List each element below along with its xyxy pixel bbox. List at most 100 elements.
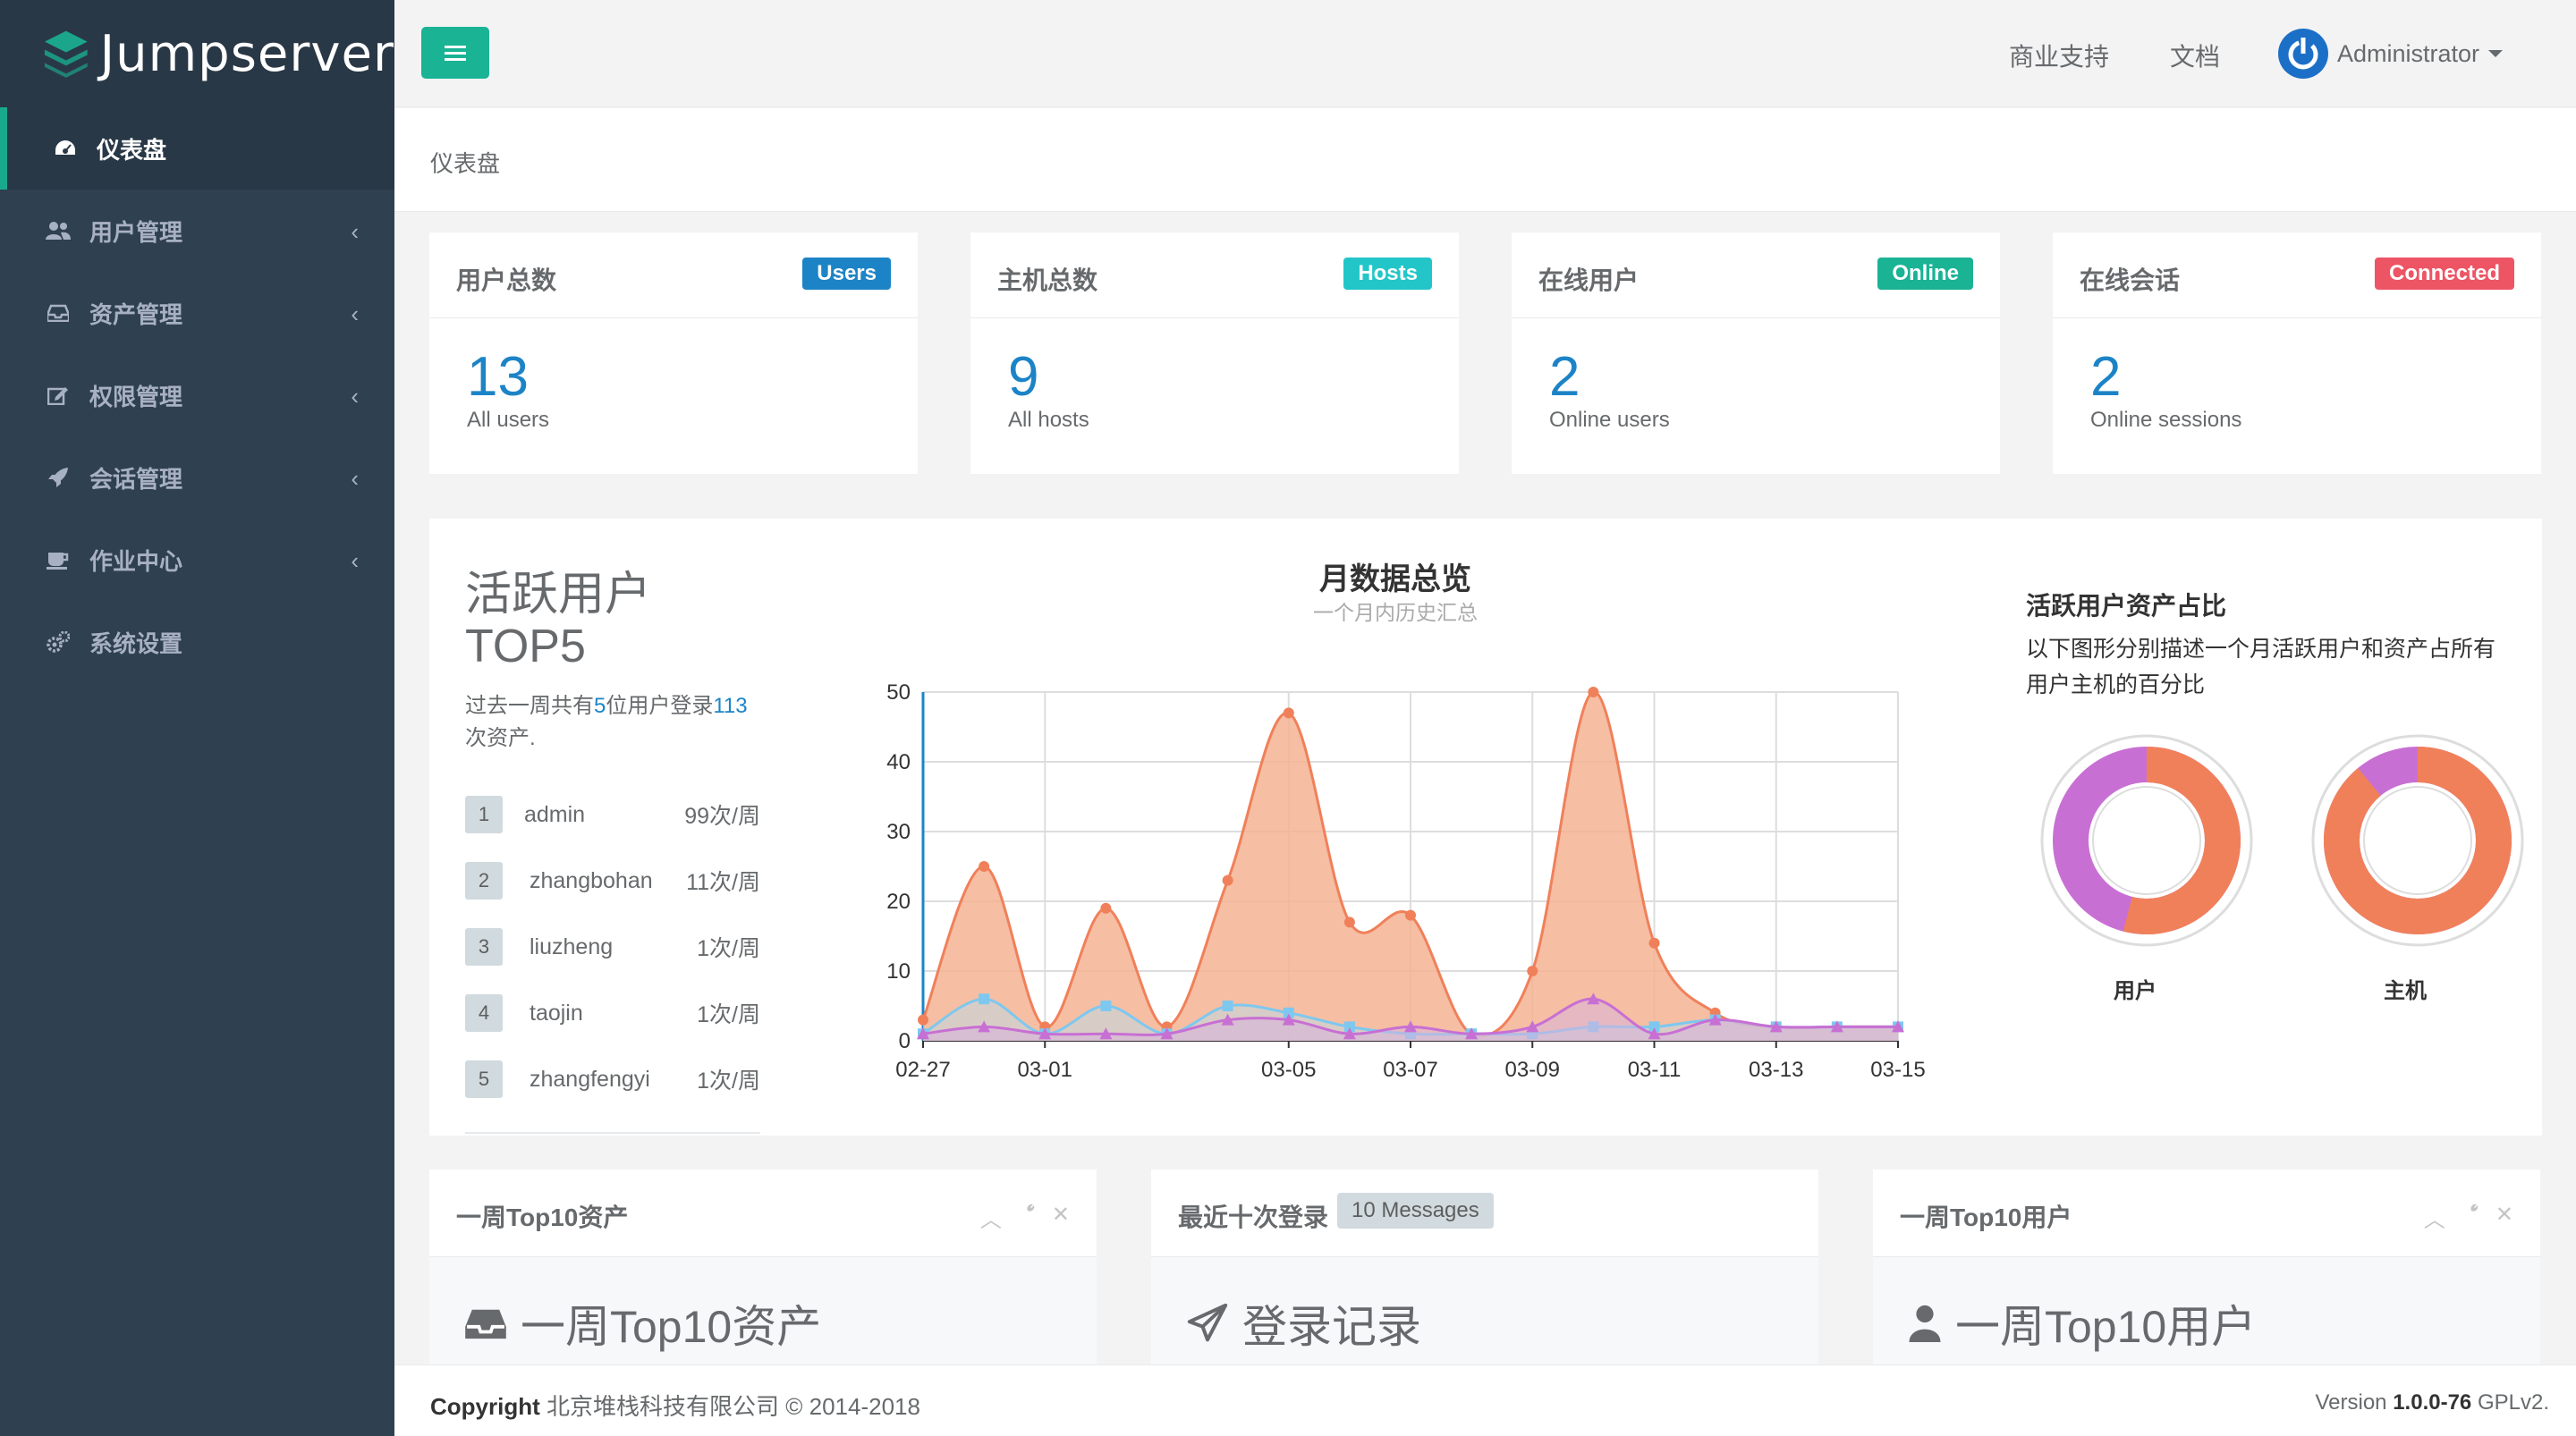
jumpserver-logo-icon (44, 30, 88, 78)
rank-user: admin (524, 801, 586, 827)
stat-caption: All users (467, 408, 550, 432)
ring-title: 活跃用户资产占比 (2026, 592, 2227, 620)
sidebar-item-label: 资产管理 (89, 300, 183, 328)
sidebar-toggle-button[interactable] (421, 27, 489, 79)
stat-card-header: 在线用户 Online (1512, 232, 2000, 318)
coffee-icon (45, 546, 72, 573)
top5-title-line1: 活跃用户 (465, 569, 652, 621)
panel-heading-text: 登录记录 (1242, 1302, 1421, 1352)
list-item: 1 admin 99次/周 (465, 794, 760, 835)
divider (465, 1132, 760, 1134)
panel-header: 最近十次登录 10 Messages (1151, 1170, 1818, 1257)
stat-card-header: 在线会话 Connected (2053, 232, 2541, 318)
edit-icon (45, 382, 72, 409)
list-item: 2 zhangbohan 11次/周 (465, 860, 760, 901)
copyright-text: 北京堆栈科技有限公司 © 2014-2018 (547, 1393, 920, 1420)
collapse-icon[interactable]: ︿ (2424, 1202, 2445, 1233)
sidebar-item-jobs[interactable]: 作业中心 ‹ (0, 519, 394, 601)
list-item: 4 taojin 1次/周 (465, 993, 760, 1034)
sidebar-item-users[interactable]: 用户管理 ‹ (0, 190, 394, 272)
x-tick-label: 03-05 (1261, 1058, 1316, 1082)
sidebar-item-permissions[interactable]: 权限管理 ‹ (0, 354, 394, 436)
top5-desc-post: 次资产. (465, 726, 536, 750)
top5-title-line2: TOP5 (465, 621, 586, 672)
top5-asset-count: 113 (713, 694, 748, 718)
top5-title: 活跃用户 TOP5 (465, 569, 651, 672)
stat-value: 2 (2090, 346, 2122, 408)
panel-heading-text: 一周Top10资产 (521, 1302, 822, 1352)
data-point (1588, 687, 1599, 697)
sidebar-item-sessions[interactable]: 会话管理 ‹ (0, 436, 394, 519)
users-icon (45, 217, 72, 244)
collapse-icon[interactable]: ︿ (980, 1202, 1002, 1233)
sidebar-item-label: 系统设置 (89, 629, 183, 657)
y-tick-label: 0 (899, 1029, 911, 1053)
user-name: Administrator (2337, 39, 2480, 67)
rank-user: liuzheng (530, 933, 614, 959)
stat-card-header: 用户总数 Users (429, 232, 918, 318)
x-tick-label: 03-07 (1383, 1058, 1437, 1082)
stat-card-header: 主机总数 Hosts (970, 232, 1459, 318)
messages-badge: 10 Messages (1337, 1193, 1494, 1229)
close-icon[interactable]: ✕ (1052, 1202, 1070, 1233)
y-tick-label: 20 (886, 890, 911, 914)
panel-heading-text: 一周Top10用户 (1955, 1302, 2257, 1352)
stat-value: 9 (1008, 346, 1039, 408)
status-badge: Hosts (1343, 258, 1432, 290)
rank-badge: 1 (465, 796, 503, 833)
rank-badge: 4 (465, 994, 503, 1032)
top5-desc-pre: 过去一周共有 (465, 694, 594, 718)
footer: Copyright 北京堆栈科技有限公司 © 2014-2018 Version… (394, 1364, 2576, 1436)
monthly-line-chart[interactable]: 0 10 20 30 40 50 02-27 03-01 03-05 03-07 03-09 03-1… (850, 617, 1959, 1100)
data-point (1222, 874, 1233, 886)
user-ratio-donut[interactable] (2039, 733, 2254, 948)
data-point (1405, 909, 1416, 921)
chevron-left-icon: ‹ (351, 383, 359, 410)
power-avatar-icon (2278, 29, 2328, 79)
wrench-icon[interactable] (2462, 1202, 2479, 1233)
panel-header: 一周Top10用户 ︿ ✕ (1873, 1170, 2540, 1257)
panel-heading: 一周Top10资产 (465, 1291, 821, 1356)
stat-card-hosts: 主机总数 Hosts 9 All hosts (970, 232, 1459, 474)
stat-card-online-sessions: 在线会话 Connected 2 Online sessions (2053, 232, 2541, 474)
panel-heading: 一周Top10用户 (1909, 1291, 2256, 1356)
user-menu[interactable]: Administrator (2276, 27, 2504, 80)
panel-title: 最近十次登录 (1178, 1204, 1329, 1231)
rank-count: 11次/周 (686, 870, 760, 895)
copyright-label: Copyright (430, 1393, 540, 1420)
data-point (979, 861, 990, 872)
rank-user: zhangbohan (530, 867, 653, 893)
chevron-left-icon: ‹ (351, 547, 359, 574)
overview-panel: 活跃用户 TOP5 过去一周共有5位用户登录113 次资产. 1 admin 99… (429, 519, 2542, 1136)
docs-link[interactable]: 文档 (2170, 38, 2220, 73)
rank-count: 1次/周 (697, 1002, 760, 1027)
x-tick-label: 03-01 (1018, 1058, 1072, 1082)
brand[interactable]: Jumpserver (0, 0, 394, 107)
host-ratio-donut[interactable] (2310, 733, 2525, 948)
ring-description: 以下图形分别描述一个月活跃用户和资产占所有用户主机的百分比 (2026, 637, 2496, 697)
commercial-support-link[interactable]: 商业支持 (2009, 38, 2109, 73)
hamburger-icon (445, 46, 466, 61)
sidebar-item-settings[interactable]: 系统设置 (0, 601, 394, 683)
status-badge: Users (802, 258, 891, 290)
data-point (1222, 1001, 1233, 1011)
rocket-icon (45, 464, 72, 491)
stat-title: 在线会话 (2080, 266, 2181, 294)
sidebar-item-label: 作业中心 (89, 547, 183, 575)
rank-user: taojin (530, 1000, 583, 1026)
rank-badge: 5 (465, 1060, 503, 1098)
data-point (1283, 707, 1294, 719)
sidebar-item-assets[interactable]: 资产管理 ‹ (0, 272, 394, 354)
stat-title: 在线用户 (1538, 266, 1640, 294)
stat-card-users: 用户总数 Users 13 All users (429, 232, 918, 474)
y-tick-label: 10 (886, 959, 911, 984)
status-badge: Online (1877, 258, 1973, 290)
data-point (979, 993, 990, 1005)
version-number: 1.0.0-76 (2393, 1390, 2472, 1415)
wrench-icon[interactable] (1018, 1202, 1036, 1233)
sidebar-item-dashboard[interactable]: 仪表盘 (0, 107, 394, 190)
close-icon[interactable]: ✕ (2496, 1202, 2513, 1233)
stat-caption: Online users (1549, 408, 1670, 432)
dashboard-icon (52, 135, 79, 162)
y-tick-label: 30 (886, 820, 911, 844)
